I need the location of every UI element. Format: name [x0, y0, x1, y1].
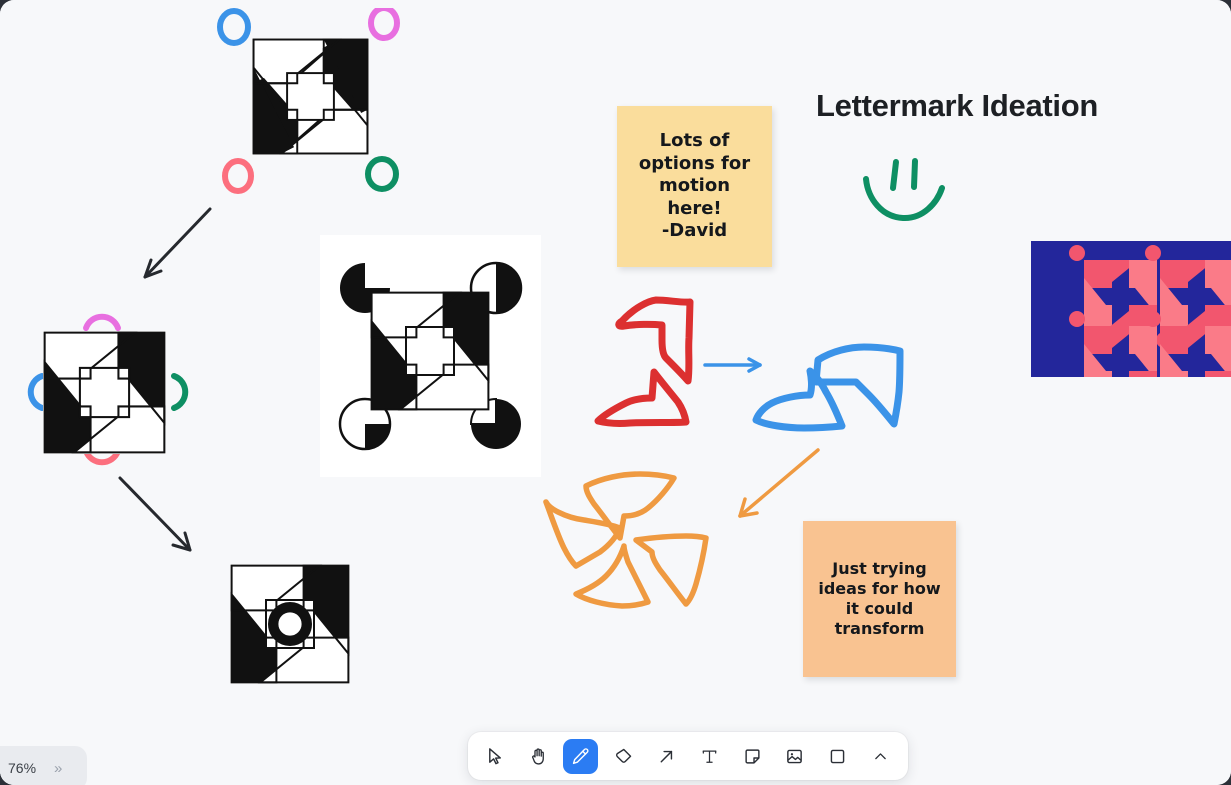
rectangle-tool[interactable]	[820, 739, 855, 774]
arc-blue-icon	[27, 373, 45, 411]
sticky-note-david[interactable]: Lots of options for motion here! -David	[617, 106, 772, 267]
circle-green-icon	[365, 156, 399, 192]
cursor-icon	[486, 747, 505, 766]
zoom-level-label: 76%	[8, 760, 37, 776]
arrow-connector-2[interactable]	[110, 468, 205, 563]
canvas[interactable]: Lettermark Ideation Lots of options for …	[0, 0, 1231, 785]
toolbar	[468, 732, 908, 780]
arrow-connector-1[interactable]	[125, 200, 220, 295]
page-title: Lettermark Ideation	[816, 88, 1098, 123]
orange-sketch-pinwheel[interactable]	[528, 466, 723, 616]
green-smiley-sketch[interactable]	[855, 155, 965, 235]
sticky-note-transform[interactable]: Just trying ideas for how it could trans…	[803, 521, 956, 677]
circle-blue-icon	[217, 8, 251, 46]
logo-corner-circles[interactable]	[215, 5, 400, 198]
note-tool[interactable]	[735, 739, 770, 774]
red-sketch-quarter[interactable]	[578, 288, 703, 433]
blue-sketch-quarter[interactable]	[752, 340, 912, 435]
logo-pacman-corners[interactable]	[320, 235, 541, 477]
arc-magenta-icon	[83, 313, 121, 331]
eye-right-icon	[911, 158, 918, 190]
arc-green-icon	[171, 373, 189, 411]
smile-curve-icon	[863, 176, 945, 221]
square-icon	[828, 747, 847, 766]
image-tool[interactable]	[777, 739, 812, 774]
whiteboard-app: Lettermark Ideation Lots of options for …	[0, 0, 1231, 785]
text-tool[interactable]	[692, 739, 727, 774]
text-icon	[700, 747, 719, 766]
draw-tool[interactable]	[563, 738, 599, 774]
circle-magenta-icon	[368, 5, 400, 41]
hand-icon	[529, 747, 548, 766]
eye-left-icon	[890, 159, 899, 191]
logo-center-ring[interactable]	[228, 563, 353, 685]
logo-edge-arcs[interactable]	[22, 303, 197, 478]
arrow-tool[interactable]	[649, 739, 684, 774]
zoom-control[interactable]: 76% »	[0, 746, 87, 785]
sticky-note-icon	[743, 747, 762, 766]
chevron-up-icon	[872, 748, 889, 765]
eraser-tool[interactable]	[606, 739, 641, 774]
image-icon	[785, 747, 804, 766]
hand-tool[interactable]	[521, 739, 556, 774]
select-tool[interactable]	[478, 739, 513, 774]
chevron-double-right-icon[interactable]: »	[54, 761, 62, 776]
arrow-icon	[657, 747, 676, 766]
circle-pink-icon	[222, 158, 254, 194]
more-tools-button[interactable]	[863, 739, 898, 774]
pencil-icon	[571, 747, 590, 766]
arrow-connector-orange[interactable]	[726, 444, 826, 526]
eraser-icon	[614, 747, 633, 766]
navy-logo-grid-image[interactable]	[1031, 241, 1231, 377]
